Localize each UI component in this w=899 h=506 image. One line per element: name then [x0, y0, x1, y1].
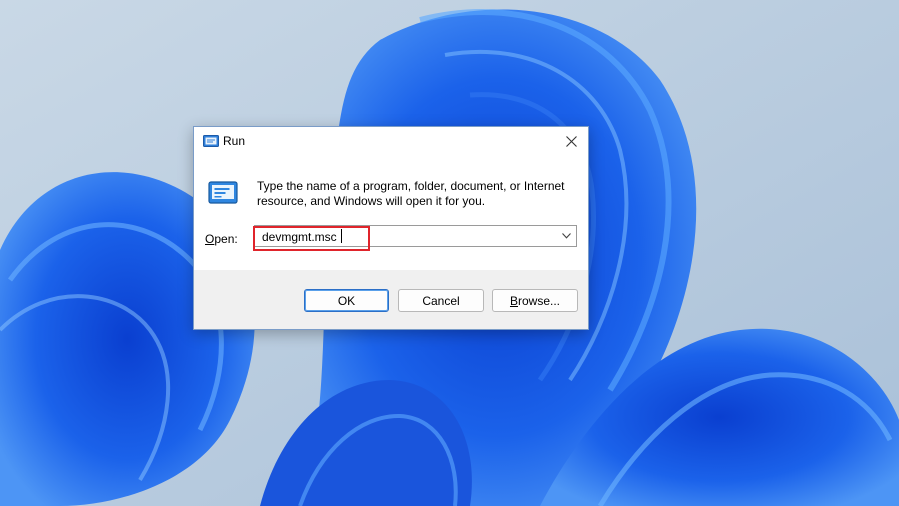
- open-label-text: pen:: [214, 232, 238, 246]
- open-label: Open:: [205, 232, 238, 246]
- chevron-down-icon: [561, 233, 571, 239]
- open-combobox[interactable]: devmgmt.msc: [254, 225, 577, 247]
- cancel-button[interactable]: Cancel: [398, 289, 484, 312]
- open-label-accesskey: O: [205, 232, 215, 246]
- ok-button[interactable]: OK: [304, 289, 389, 312]
- run-app-icon: [203, 135, 219, 147]
- close-icon: [565, 136, 577, 147]
- close-button[interactable]: [554, 127, 588, 156]
- dialog-button-bar: OK Cancel Browse...: [194, 270, 588, 329]
- open-dropdown-button[interactable]: [556, 226, 576, 246]
- browse-button[interactable]: Browse...: [492, 289, 578, 312]
- run-dialog: Run Type the name of a program, folder, …: [193, 126, 589, 330]
- title-bar[interactable]: Run: [194, 127, 588, 156]
- browse-accesskey: B: [509, 293, 518, 308]
- dialog-content: Type the name of a program, folder, docu…: [194, 156, 588, 270]
- run-app-icon: [208, 181, 238, 204]
- open-input-value[interactable]: devmgmt.msc: [262, 230, 337, 244]
- dialog-title: Run: [223, 134, 246, 148]
- browse-label-text: rowse...: [518, 293, 561, 308]
- text-caret: [341, 229, 342, 243]
- dialog-description: Type the name of a program, folder, docu…: [257, 179, 565, 208]
